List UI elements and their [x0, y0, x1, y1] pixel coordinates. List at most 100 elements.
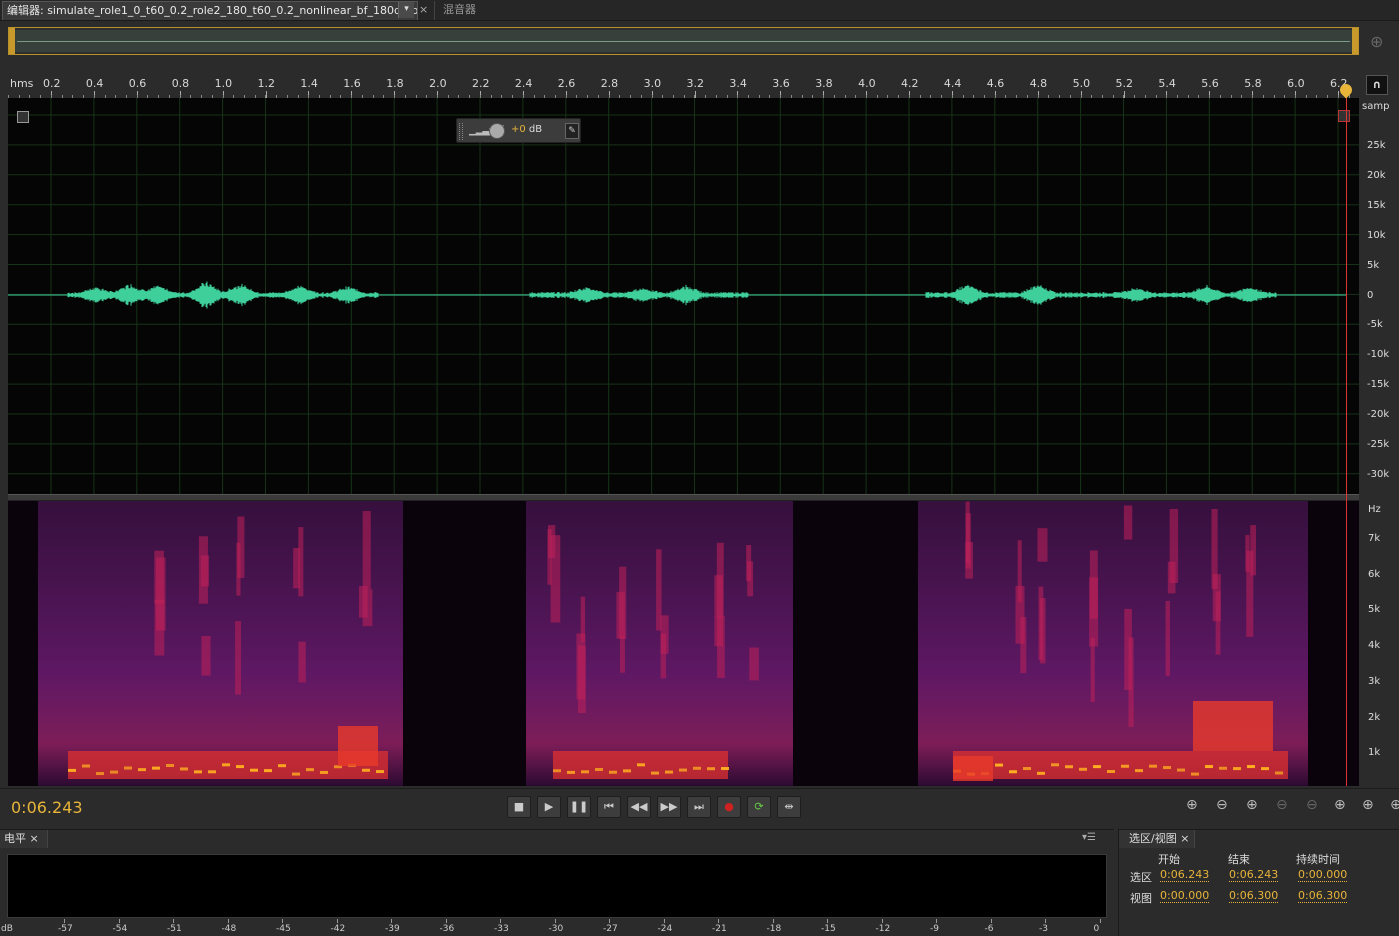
level-close-icon[interactable]: ×: [30, 832, 39, 845]
frequency-label: 4k: [1368, 640, 1381, 652]
zoom-magnifier-icon[interactable]: ⊕: [1370, 32, 1383, 51]
zoom-in-time-icon[interactable]: ⊕: [1246, 797, 1258, 813]
db-scale-label: -18: [766, 924, 782, 934]
view-end-field[interactable]: 0:06.300: [1229, 889, 1279, 903]
frequency-label: 3k: [1368, 675, 1381, 687]
zoom-left-icon[interactable]: ⊕: [1362, 797, 1374, 813]
spectral-peak: [250, 768, 258, 772]
ruler-tick-label: 4.6: [986, 77, 1005, 90]
record-button[interactable]: ●: [717, 796, 741, 818]
amplitude-label: -30k: [1367, 468, 1390, 480]
fast-forward-button[interactable]: ▶▶: [657, 796, 681, 818]
selection-duration-field[interactable]: 0:00.000: [1298, 868, 1348, 882]
loop-button[interactable]: ⟳: [747, 796, 771, 818]
db-scale-tick: [663, 919, 665, 923]
view-duration-field[interactable]: 0:06.300: [1298, 889, 1348, 903]
amplitude-label: -20k: [1367, 409, 1390, 421]
go-to-end-button[interactable]: ⏭: [687, 796, 711, 818]
spectral-peak: [110, 770, 118, 774]
spectral-harmonic-band: [236, 542, 241, 596]
playhead-line[interactable]: [1346, 84, 1347, 786]
ruler-tick-label: 4.8: [1029, 77, 1048, 90]
zoom-out-full-icon[interactable]: ⊖: [1306, 797, 1318, 813]
tab-editor[interactable]: 编辑器: simulate_role1_0_t60_0.2_role2_180_…: [2, 1, 418, 20]
spectral-harmonic-band: [201, 635, 211, 676]
overview-navigator[interactable]: [8, 27, 1359, 55]
row-view-label: 视图: [1130, 892, 1152, 905]
panel-menu-icon[interactable]: ▾☰: [1082, 832, 1096, 843]
spectral-peak: [208, 770, 216, 774]
go-to-start-button[interactable]: ⏮: [597, 796, 621, 818]
level-panel: 电平 × ▾☰ dB -57 -54 -51 -48 -45 -42 -39 -36 -33 -30…: [0, 829, 1114, 936]
current-time-display[interactable]: 0:06.243: [11, 798, 83, 817]
ruler-tick-label: 1.6: [343, 77, 361, 90]
amplitude-label: 15k: [1367, 199, 1386, 211]
spectral-peak: [222, 763, 230, 767]
level-panel-tab[interactable]: 电平 ×: [0, 830, 48, 848]
selection-end-field[interactable]: 0:06.243: [1229, 868, 1279, 882]
skip-selection-button[interactable]: ⇹: [777, 796, 801, 818]
spectral-harmonic-band: [1167, 561, 1176, 594]
overview-right-handle[interactable]: [1352, 28, 1358, 54]
file-dropdown-icon[interactable]: ▾: [398, 2, 414, 18]
tab-close-icon[interactable]: ×: [419, 3, 428, 16]
selection-panel-tab[interactable]: 选区/视图 ×: [1119, 830, 1195, 848]
zoom-to-selection-icon[interactable]: ⊕: [1334, 797, 1346, 813]
zoom-out-amplitude-icon[interactable]: ⊖: [1216, 797, 1228, 813]
fade-in-handle[interactable]: [17, 111, 29, 123]
amplitude-scale: samp 25k 20k 15k 10k 5k 0 -5k -10k -15k -20k -25k -3…: [1359, 98, 1399, 494]
pin-icon[interactable]: ✎: [565, 123, 579, 139]
spectral-harmonic-band: [1089, 550, 1098, 619]
selection-close-icon[interactable]: ×: [1180, 832, 1189, 845]
db-scale-tick: [173, 919, 174, 923]
view-start-field[interactable]: 0:00.000: [1160, 889, 1210, 903]
db-scale-label: -48: [221, 924, 237, 934]
spectral-harmonic-band: [619, 636, 625, 673]
spectral-harmonic-band: [1124, 608, 1132, 691]
frequency-label: 7k: [1368, 533, 1381, 544]
selection-start-field[interactable]: 0:06.243: [1160, 868, 1210, 882]
db-scale-tick: [936, 919, 937, 923]
spectral-peak: [581, 770, 589, 774]
spectral-peak: [623, 769, 631, 773]
play-button[interactable]: ▶: [537, 796, 561, 818]
rewind-button[interactable]: ◀◀: [627, 796, 651, 818]
fade-out-handle[interactable]: [1338, 110, 1350, 122]
col-duration-header: 持续时间: [1296, 853, 1340, 866]
zoom-out-time-icon[interactable]: ⊖: [1276, 797, 1288, 813]
db-scale-tick: [718, 919, 719, 923]
gain-hud[interactable]: ▁▂▃▅▇ +0 dB ✎: [456, 118, 581, 143]
spectral-peak: [292, 772, 300, 776]
spectral-peak: [166, 764, 174, 768]
db-scale-label: -27: [603, 924, 618, 934]
spectral-peak: [1149, 764, 1157, 768]
hud-grip[interactable]: [459, 123, 463, 140]
ruler-unit: hms: [10, 77, 34, 90]
spectral-harmonic-band: [1165, 600, 1170, 676]
amplitude-label: 25k: [1367, 140, 1386, 151]
gain-value[interactable]: +0 dB: [511, 124, 542, 135]
overview-left-handle[interactable]: [9, 28, 15, 54]
pause-button[interactable]: ❚❚: [567, 796, 591, 818]
zoom-right-icon[interactable]: ⊕: [1390, 797, 1399, 813]
db-scale-tick: [1045, 919, 1046, 923]
panel-splitter[interactable]: [8, 494, 1359, 501]
zoom-in-amplitude-icon[interactable]: ⊕: [1186, 797, 1198, 813]
gain-knob[interactable]: [489, 123, 505, 139]
spectral-peak: [306, 768, 314, 772]
tab-mixer[interactable]: 混音器: [434, 1, 494, 20]
time-ruler[interactable]: hms 0.2 0.4 0.6 0.8 1.0 1.2 1.4 1.6 1.8 2.0 2.2 2.4…: [8, 72, 1359, 98]
spectral-peak: [236, 765, 244, 769]
db-scale-label: -6: [984, 924, 994, 934]
spectral-harmonic-band: [746, 545, 752, 582]
spectral-peak: [82, 764, 90, 768]
stop-button[interactable]: ■: [507, 796, 531, 818]
waveform-display[interactable]: [8, 98, 1359, 494]
spectral-harmonic-band: [1090, 637, 1095, 703]
snap-magnet-icon[interactable]: ∩: [1366, 75, 1388, 95]
spectral-peak: [376, 770, 384, 774]
spectral-display[interactable]: [8, 501, 1359, 786]
frequency-label: 6k: [1368, 568, 1381, 580]
spectral-peak: [1051, 763, 1059, 767]
spectral-peak: [609, 770, 617, 774]
